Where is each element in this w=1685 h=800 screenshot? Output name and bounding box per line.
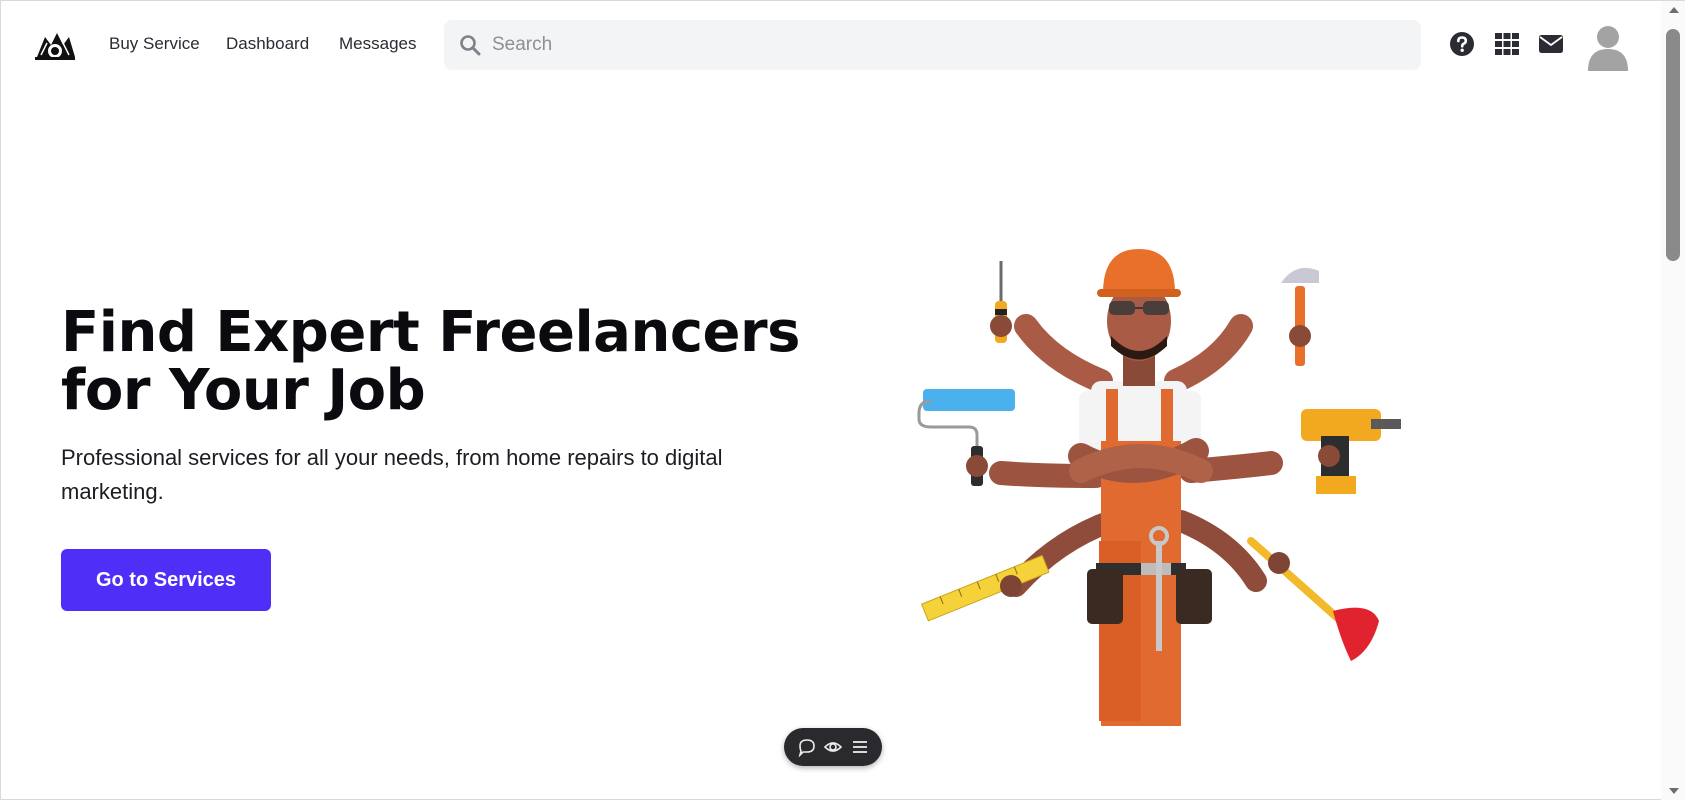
hero-title-line-1: Find Expert Freelancers — [61, 300, 800, 365]
hero-title: Find Expert Freelancers for Your Job — [61, 304, 821, 420]
apps-grid-icon[interactable] — [1494, 31, 1520, 57]
eye-icon[interactable] — [823, 737, 843, 757]
user-avatar-icon[interactable] — [1586, 23, 1630, 71]
page-scrollbar[interactable] — [1661, 1, 1685, 800]
hero-subtitle: Professional services for all your needs… — [61, 445, 723, 504]
hero-title-line-2: for Your Job — [61, 358, 426, 423]
search-bar[interactable] — [444, 20, 1421, 70]
nav-dashboard[interactable]: Dashboard — [226, 34, 309, 54]
browser-viewport: Buy Service Dashboard Messages Search Fi… — [0, 0, 1685, 800]
top-navbar: Buy Service Dashboard Messages — [1, 1, 1661, 91]
scroll-up-arrow-icon[interactable] — [1669, 7, 1679, 13]
nav-messages[interactable]: Messages — [339, 34, 416, 54]
nav-buy-service[interactable]: Buy Service — [109, 34, 200, 54]
scrollbar-thumb[interactable] — [1666, 29, 1680, 261]
help-icon[interactable] — [1449, 31, 1475, 57]
mail-icon[interactable] — [1538, 31, 1564, 57]
floating-toolbar — [784, 728, 882, 766]
tools-logo-icon[interactable] — [33, 27, 77, 63]
scroll-down-arrow-icon[interactable] — [1669, 788, 1679, 794]
go-to-services-button[interactable]: Go to Services — [61, 549, 271, 611]
search-icon — [460, 35, 481, 56]
handyman-multi-arm-tools-illustration — [917, 249, 1401, 726]
search-input[interactable] — [492, 20, 1392, 70]
comment-icon[interactable] — [797, 737, 817, 757]
menu-icon[interactable] — [850, 737, 870, 757]
